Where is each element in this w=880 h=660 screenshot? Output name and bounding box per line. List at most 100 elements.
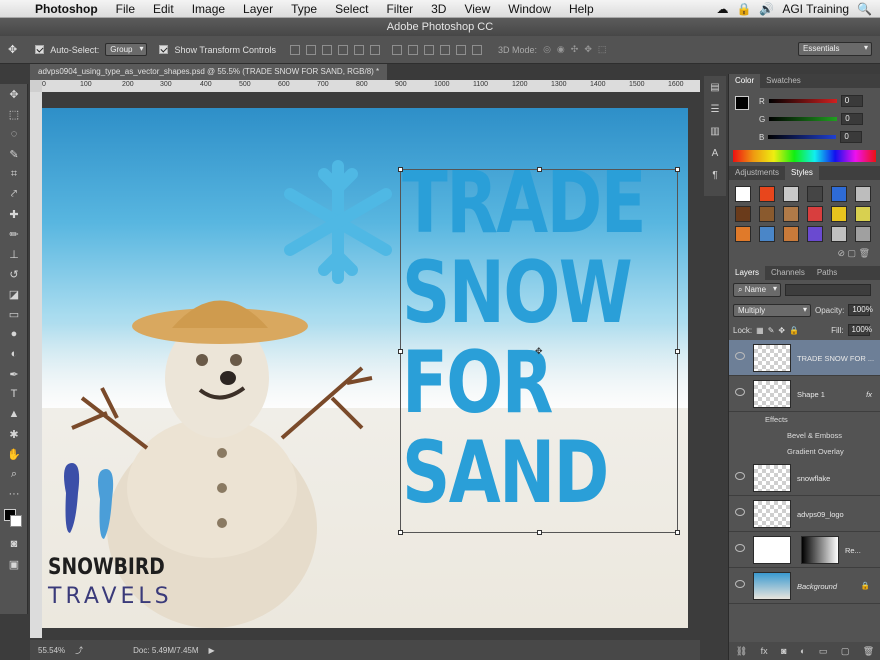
volume-icon[interactable]: 🔊 xyxy=(759,2,774,16)
align-left-icon[interactable] xyxy=(338,44,349,55)
fill-value[interactable]: 100% xyxy=(847,324,872,336)
ruler-origin[interactable] xyxy=(30,80,42,92)
menu-window[interactable]: Window xyxy=(499,2,560,16)
color-swatches-icon[interactable] xyxy=(0,504,28,534)
menu-help[interactable]: Help xyxy=(560,2,603,16)
background-color[interactable] xyxy=(10,515,22,527)
move-tool-icon[interactable]: ✥ xyxy=(0,84,28,104)
eraser-tool-icon[interactable]: ◪ xyxy=(0,284,28,304)
layer-row-type[interactable]: TRADE SNOW FOR ... xyxy=(729,340,880,376)
orbit-3d-icon[interactable]: ◎ xyxy=(543,44,551,55)
style-swatch[interactable] xyxy=(783,206,799,222)
vertical-ruler[interactable] xyxy=(30,92,42,638)
move-tool-icon[interactable]: ✥ xyxy=(8,43,17,56)
auto-select-dropdown[interactable]: Group xyxy=(105,43,148,56)
auto-select-checkbox[interactable] xyxy=(35,45,45,54)
distribute-vcenter-icon[interactable] xyxy=(408,44,419,55)
lock-transparent-icon[interactable]: ▦ xyxy=(756,326,764,335)
marquee-tool-icon[interactable]: ⬚ xyxy=(0,104,28,124)
style-swatch[interactable] xyxy=(807,186,823,202)
horizontal-ruler[interactable]: 0 100 200 300 400 500 600 700 800 900 10… xyxy=(42,80,700,92)
eyedropper-tool-icon[interactable]: ⤤ xyxy=(0,184,28,204)
distribute-right-icon[interactable] xyxy=(472,44,483,55)
menu-type[interactable]: Type xyxy=(282,2,326,16)
color-spectrum[interactable] xyxy=(733,150,876,162)
new-layer-icon[interactable]: ▢ xyxy=(841,646,850,657)
color-foreground-swatch[interactable] xyxy=(735,96,749,110)
handle-middle-left[interactable] xyxy=(398,349,403,354)
slide-3d-icon[interactable]: ✥ xyxy=(584,44,592,55)
handle-middle-right[interactable] xyxy=(675,349,680,354)
tab-channels[interactable]: Channels xyxy=(765,266,811,280)
align-top-icon[interactable] xyxy=(290,44,301,55)
healing-brush-tool-icon[interactable]: ✚ xyxy=(0,204,28,224)
edit-toolbar-icon[interactable]: ··· xyxy=(0,484,28,504)
menu-layer[interactable]: Layer xyxy=(234,2,282,16)
blend-mode-dropdown[interactable]: Multiply xyxy=(733,303,811,317)
align-vcenter-icon[interactable] xyxy=(306,44,317,55)
handle-bottom-center[interactable] xyxy=(537,530,542,535)
lock-all-icon[interactable]: 🔒 xyxy=(789,326,799,335)
path-select-tool-icon[interactable]: ▲ xyxy=(0,404,28,424)
menu-view[interactable]: View xyxy=(455,2,499,16)
handle-bottom-left[interactable] xyxy=(398,530,403,535)
add-style-icon[interactable]: fx xyxy=(761,646,768,656)
effect-gradient-overlay[interactable]: Gradient Overlay xyxy=(729,444,880,460)
visibility-eye-icon[interactable] xyxy=(735,544,745,552)
new-group-icon[interactable]: ▭ xyxy=(819,646,828,657)
lock-image-icon[interactable]: ✎ xyxy=(768,326,775,335)
layer-filter-dropdown[interactable]: ⌕ Name xyxy=(733,283,782,297)
workspace-dropdown[interactable]: Essentials xyxy=(798,42,872,56)
red-value[interactable]: 0 xyxy=(840,95,863,107)
style-swatch[interactable] xyxy=(855,226,871,242)
visibility-eye-icon[interactable] xyxy=(735,508,745,516)
reference-point-icon[interactable]: ✥ xyxy=(535,346,543,357)
opacity-value[interactable]: 100% xyxy=(848,304,873,316)
roll-3d-icon[interactable]: ◉ xyxy=(557,44,565,55)
align-bottom-icon[interactable] xyxy=(322,44,333,55)
transform-controls-checkbox[interactable] xyxy=(159,45,169,54)
fx-icon[interactable]: fx xyxy=(866,390,872,399)
style-swatch[interactable] xyxy=(735,206,751,222)
visibility-eye-icon[interactable] xyxy=(735,472,745,480)
add-mask-icon[interactable]: ◙ xyxy=(781,646,786,656)
effect-bevel-emboss[interactable]: Bevel & Emboss xyxy=(729,428,880,444)
blue-value[interactable]: 0 xyxy=(840,131,863,143)
style-swatch[interactable] xyxy=(831,186,847,202)
dodge-tool-icon[interactable]: ◐ xyxy=(0,344,28,364)
clear-style-icon[interactable]: ⊘ xyxy=(837,248,845,258)
spotlight-icon[interactable]: 🔍 xyxy=(857,2,872,16)
transform-bounding-box[interactable]: ✥ xyxy=(398,167,680,535)
green-value[interactable]: 0 xyxy=(841,113,864,125)
tab-swatches[interactable]: Swatches xyxy=(760,74,807,88)
style-swatch[interactable] xyxy=(759,226,775,242)
handle-top-left[interactable] xyxy=(398,167,403,172)
gradient-tool-icon[interactable]: ▭ xyxy=(0,304,28,324)
style-swatch[interactable] xyxy=(855,186,871,202)
green-slider[interactable] xyxy=(769,117,838,121)
share-icon[interactable]: ⤴ xyxy=(75,645,83,656)
quick-mask-icon[interactable]: ◙ xyxy=(0,534,28,554)
lock-icon[interactable]: 🔒 xyxy=(736,2,751,16)
layer-row-shape[interactable]: Shape 1 fx xyxy=(729,376,880,412)
visibility-eye-icon[interactable] xyxy=(735,352,745,360)
style-swatch[interactable] xyxy=(807,226,823,242)
distribute-bottom-icon[interactable] xyxy=(424,44,435,55)
quick-select-tool-icon[interactable]: ✎ xyxy=(0,144,28,164)
filter-search-field[interactable] xyxy=(785,284,872,296)
zoom-tool-icon[interactable]: ⌕ xyxy=(0,464,28,484)
zoom-level[interactable]: 55.54% xyxy=(38,646,65,655)
style-swatch[interactable] xyxy=(807,206,823,222)
visibility-eye-icon[interactable] xyxy=(735,388,745,396)
pen-tool-icon[interactable]: ✒ xyxy=(0,364,28,384)
shape-tool-icon[interactable]: ✱ xyxy=(0,424,28,444)
style-swatch[interactable] xyxy=(831,206,847,222)
tab-styles[interactable]: Styles xyxy=(785,166,819,180)
style-swatch[interactable] xyxy=(735,226,751,242)
document-tab[interactable]: advps0904_using_type_as_vector_shapes.ps… xyxy=(30,64,388,80)
handle-top-right[interactable] xyxy=(675,167,680,172)
layer-row-logo[interactable]: advps09_logo xyxy=(729,496,880,532)
lock-position-icon[interactable]: ✥ xyxy=(778,326,785,335)
menu-select[interactable]: Select xyxy=(326,2,377,16)
handle-bottom-right[interactable] xyxy=(675,530,680,535)
